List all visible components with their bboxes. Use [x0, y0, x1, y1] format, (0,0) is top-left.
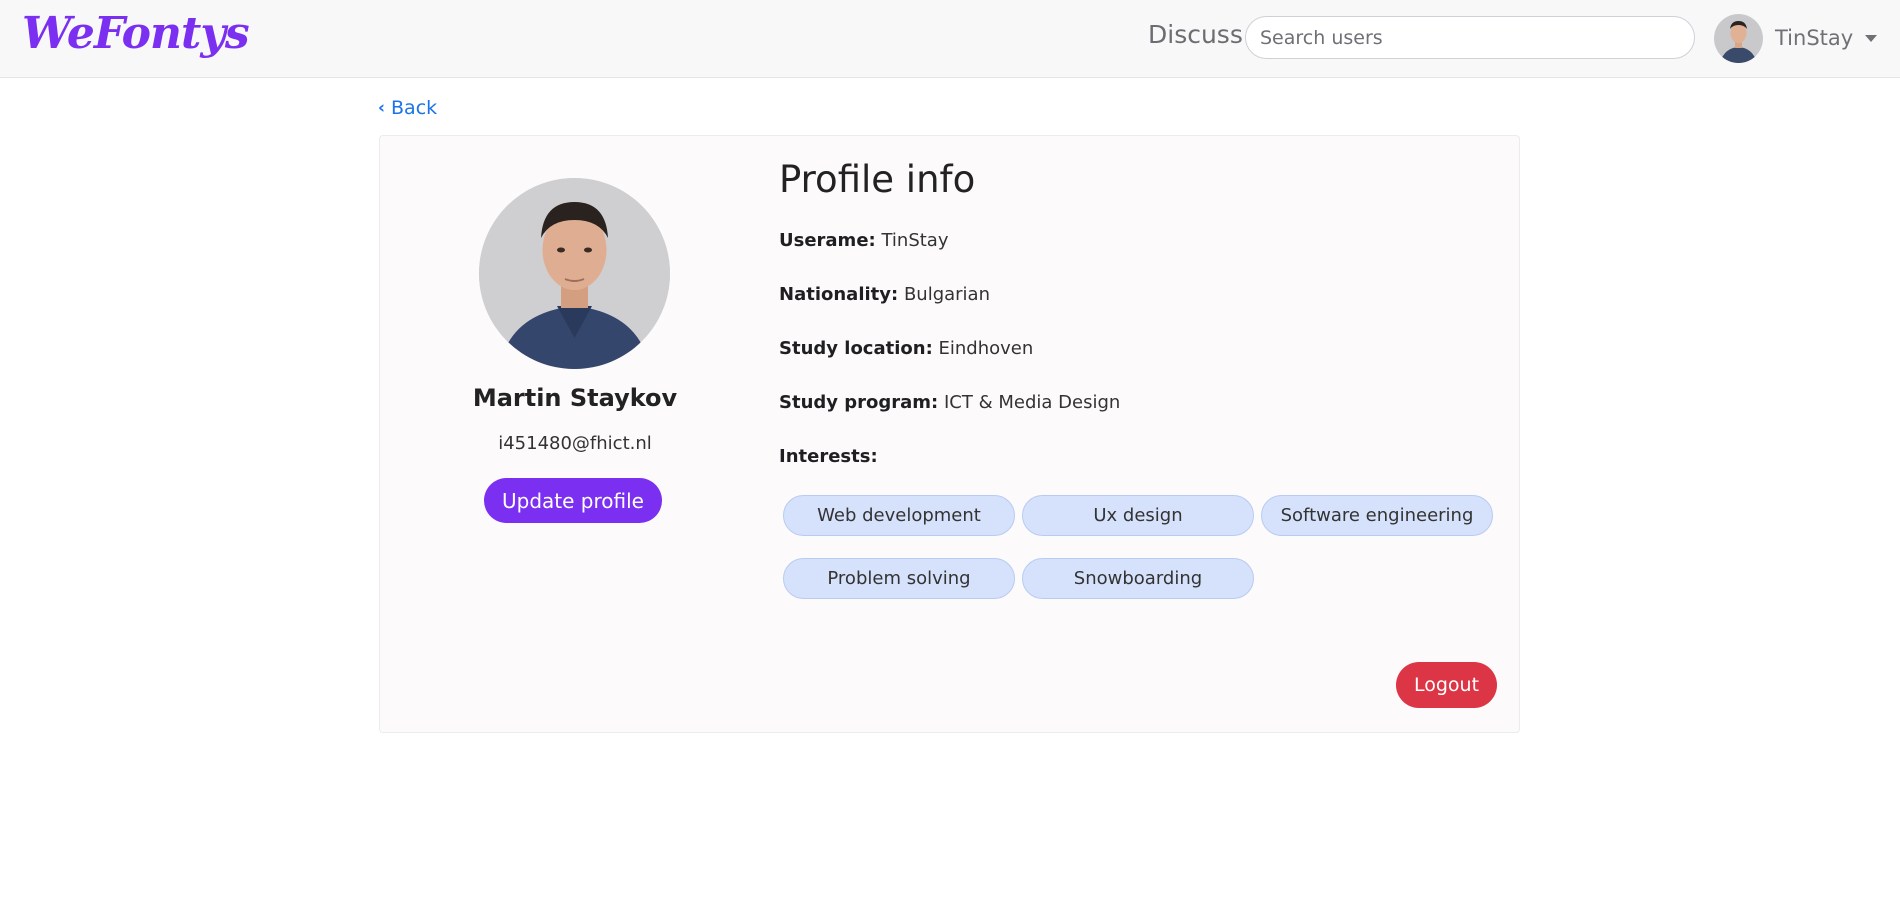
profile-photo-image	[479, 178, 670, 369]
field-value: TinStay	[881, 230, 949, 251]
field-value: Eindhoven	[938, 338, 1034, 359]
nav-discuss-link[interactable]: Discuss	[1148, 20, 1243, 49]
field-label: Nationality:	[779, 284, 899, 305]
update-profile-button[interactable]: Update profile	[484, 478, 662, 523]
search-input[interactable]	[1245, 16, 1695, 59]
field-label: Interests:	[779, 446, 878, 467]
field-value: Bulgarian	[903, 284, 990, 305]
field-label: Study location:	[779, 338, 933, 359]
profile-full-name: Martin Staykov	[472, 384, 678, 412]
chevron-left-icon: ‹	[378, 98, 386, 118]
profile-email: i451480@fhict.nl	[498, 433, 652, 454]
field-nationality: Nationality: Bulgarian	[779, 284, 990, 305]
avatar-photo	[1714, 13, 1763, 63]
profile-photo	[479, 178, 670, 369]
logout-button[interactable]: Logout	[1396, 662, 1497, 708]
brand-logo[interactable]: WeFontys	[22, 8, 250, 59]
nav-username: TinStay	[1775, 26, 1854, 50]
field-label: Study program:	[779, 392, 939, 413]
caret-down-icon	[1865, 34, 1878, 42]
interest-chip[interactable]: Problem solving	[783, 558, 1015, 599]
navbar: WeFontys Discuss TinStay	[0, 0, 1900, 78]
user-menu-dropdown[interactable]: TinStay	[1714, 13, 1878, 63]
interest-chip[interactable]: Ux design	[1022, 495, 1254, 536]
interest-chip[interactable]: Software engineering	[1261, 495, 1493, 536]
profile-card: Martin Staykov i451480@fhict.nl Update p…	[379, 135, 1520, 733]
field-username: Userame: TinStay	[779, 230, 949, 251]
profile-info-title: Profile info	[779, 158, 976, 201]
field-label: Userame:	[779, 230, 876, 251]
interest-chip[interactable]: Web development	[783, 495, 1015, 536]
interest-chip[interactable]: Snowboarding	[1022, 558, 1254, 599]
back-label: Back	[391, 97, 438, 119]
interests-label: Interests:	[779, 446, 878, 467]
avatar	[1714, 13, 1763, 63]
field-study-location: Study location: Eindhoven	[779, 338, 1033, 359]
field-study-program: Study program: ICT & Media Design	[779, 392, 1120, 413]
back-link[interactable]: ‹ Back	[378, 97, 437, 119]
field-value: ICT & Media Design	[944, 392, 1121, 413]
